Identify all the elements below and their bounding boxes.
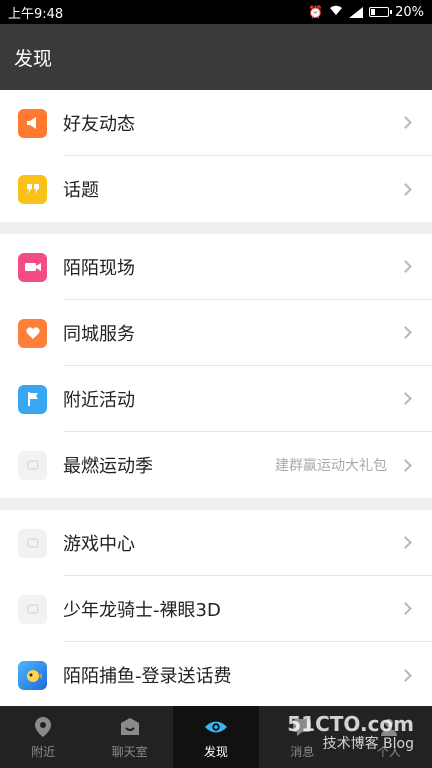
menu-item-label: 附近活动 — [63, 389, 135, 411]
status-bar: 上午9:48 ⏰ 20% — [0, 0, 432, 24]
chevron-right-icon — [399, 182, 412, 196]
tab-label: 聊天室 — [111, 744, 148, 759]
menu-item-nearby-events[interactable]: 附近活动 — [0, 366, 432, 432]
menu-group-local: 陌陌现场 同城服务 附近活动 最燃运动季 建群赢运动大礼包 — [0, 234, 432, 498]
status-time: 上午9:48 — [8, 6, 64, 22]
flag-icon — [18, 384, 47, 414]
menu-item-label: 最燃运动季 — [63, 456, 153, 477]
menu-item-label: 游戏中心 — [63, 533, 135, 555]
menu-item-dragon-knight[interactable]: 少年龙骑士-裸眼3D — [0, 576, 432, 642]
menu-item-city-service[interactable]: 同城服务 — [0, 300, 432, 366]
menu-item-subtext: 建群赢运动大礼包 — [275, 458, 387, 474]
chatroom-icon — [118, 715, 142, 739]
tab-label: 附近 — [31, 744, 56, 759]
person-icon — [377, 715, 401, 739]
chevron-right-icon — [399, 602, 412, 615]
menu-item-label: 陌陌捕鱼-登录送话费 — [63, 666, 232, 687]
menu-item-sports-season[interactable]: 最燃运动季 建群赢运动大礼包 — [0, 432, 432, 498]
menu-item-label: 陌陌现场 — [63, 257, 135, 279]
tab-label: 个人 — [376, 744, 401, 759]
alarm-icon: ⏰ — [308, 5, 324, 19]
tab-label: 消息 — [290, 744, 315, 759]
chevron-right-icon — [399, 668, 412, 682]
location-pin-icon — [31, 715, 55, 739]
menu-item-live[interactable]: 陌陌现场 — [0, 234, 432, 300]
menu-group-games: 游戏中心 少年龙骑士-裸眼3D 陌陌捕鱼-登录送话费 — [0, 510, 432, 708]
tab-chatroom[interactable]: 聊天室 — [86, 706, 172, 768]
chevron-right-icon — [399, 116, 412, 129]
menu-item-fishing-game[interactable]: 陌陌捕鱼-登录送话费 — [0, 642, 432, 708]
placeholder-icon — [18, 594, 47, 624]
chevron-right-icon — [399, 536, 412, 549]
battery-icon — [369, 7, 393, 17]
message-icon — [290, 715, 314, 739]
video-camera-icon — [18, 252, 47, 282]
tab-label: 发现 — [204, 744, 229, 759]
menu-item-label: 同城服务 — [63, 323, 135, 345]
menu-item-label: 话题 — [63, 180, 99, 201]
battery-percent: 20% — [395, 4, 424, 20]
tab-nearby[interactable]: 附近 — [0, 706, 86, 768]
menu-group-social: 好友动态 话题 — [0, 90, 432, 222]
wifi-icon — [329, 5, 343, 19]
menu-item-game-center[interactable]: 游戏中心 — [0, 510, 432, 576]
menu-item-label: 少年龙骑士-裸眼3D — [63, 599, 221, 621]
page-title: 发现 — [14, 47, 53, 70]
chevron-right-icon — [399, 260, 412, 273]
chevron-right-icon — [399, 458, 412, 472]
tab-profile[interactable]: 个人 — [346, 706, 432, 768]
tab-messages[interactable]: 消息 — [259, 706, 345, 768]
status-icons: ⏰ 20% — [308, 5, 424, 20]
menu-item-label: 好友动态 — [63, 113, 135, 135]
signal-icon — [349, 6, 364, 18]
quote-icon — [18, 174, 47, 204]
menu-item-topics[interactable]: 话题 — [0, 156, 432, 222]
menu-item-friend-feed[interactable]: 好友动态 — [0, 90, 432, 156]
megaphone-icon — [18, 108, 47, 138]
eye-icon — [204, 715, 228, 739]
tab-discover[interactable]: 发现 — [172, 706, 260, 768]
placeholder-icon — [18, 528, 47, 558]
bottom-tab-bar: 附近 聊天室 发现 消息 个人 — [0, 706, 432, 768]
placeholder-icon — [18, 450, 47, 480]
chevron-right-icon — [399, 392, 412, 405]
chevron-right-icon — [399, 326, 412, 339]
heart-hand-icon — [18, 318, 47, 348]
fish-game-icon — [18, 660, 47, 690]
app-bar: 发现 — [0, 24, 432, 90]
